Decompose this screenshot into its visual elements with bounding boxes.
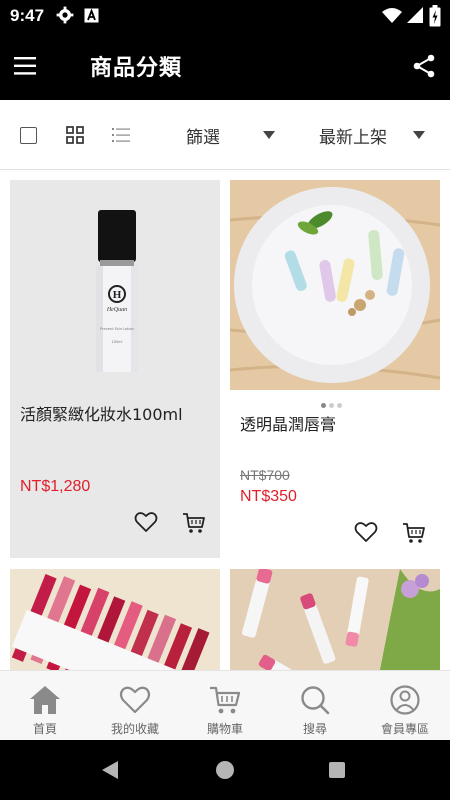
grid-view-icon[interactable] [66, 126, 84, 148]
sort-dropdown[interactable]: 最新上架 [319, 123, 387, 148]
share-icon [413, 54, 435, 78]
cart-icon [210, 686, 241, 714]
product-original-price: NT$700 [240, 467, 290, 483]
heart-icon [119, 686, 151, 714]
list-view-icon[interactable] [112, 127, 130, 147]
select-all-checkbox[interactable] [20, 127, 37, 144]
product-price: NT$1,280 [20, 478, 91, 495]
battery-icon [429, 5, 441, 31]
nav-cart-label: 購物車 [206, 722, 243, 736]
favorite-button[interactable] [134, 511, 160, 537]
heart-icon [354, 522, 378, 542]
back-icon[interactable] [101, 760, 119, 784]
gear-icon [56, 6, 74, 28]
nav-member-label: 會員專區 [380, 722, 429, 736]
product-card[interactable] [230, 569, 440, 670]
status-time: 9:47 [10, 6, 45, 25]
sort-caret-icon[interactable] [413, 131, 425, 139]
status-bar: 9:47 [0, 0, 450, 32]
share-button[interactable] [408, 50, 440, 82]
bottle-line: Prevent Skin Lotion [100, 327, 134, 331]
bottom-navigation: 首頁 我的收藏 購物車 搜尋 會員專區 [0, 670, 450, 740]
add-to-cart-button[interactable] [402, 521, 428, 547]
filter-dropdown[interactable]: 篩選 [186, 123, 220, 148]
heart-icon [134, 512, 158, 532]
product-name[interactable]: 透明晶潤唇膏 [240, 411, 336, 435]
cart-icon [183, 513, 205, 533]
home-circle-icon[interactable] [216, 761, 234, 779]
page-title: 商品分類 [90, 56, 183, 81]
bottle-brand: HeQuan [106, 307, 127, 313]
product-card[interactable]: H HeQuan Prevent Skin Lotion 100ml 活顏緊緻化… [10, 180, 220, 558]
nav-member[interactable]: 會員專區 [360, 671, 450, 741]
favorite-button[interactable] [354, 521, 380, 547]
search-icon [301, 686, 330, 715]
product-name[interactable]: 活顏緊緻化妝水100ml [20, 401, 183, 425]
app-bar: 商品分類 [0, 32, 450, 100]
cart-icon [403, 523, 425, 543]
image-carousel-dots[interactable] [321, 393, 345, 412]
nav-search[interactable]: 搜尋 [270, 671, 360, 741]
product-image [230, 180, 440, 390]
add-to-cart-button[interactable] [182, 511, 208, 537]
product-card[interactable] [10, 569, 220, 670]
svg-text:H: H [113, 289, 122, 301]
home-icon [30, 686, 60, 714]
product-image: H HeQuan Prevent Skin Lotion 100ml [96, 210, 138, 372]
nav-home[interactable]: 首頁 [0, 671, 90, 741]
nav-home-label: 首頁 [32, 722, 57, 736]
signal-icon [406, 6, 424, 28]
system-navigation-bar [0, 740, 450, 800]
hamburger-icon [14, 57, 36, 75]
product-price: NT$350 [240, 488, 297, 505]
list-toolbar: 篩選 最新上架 [0, 100, 450, 170]
filter-caret-icon[interactable] [263, 131, 275, 139]
user-icon [390, 685, 420, 715]
a-badge-icon [84, 8, 99, 27]
nav-favorites[interactable]: 我的收藏 [90, 671, 180, 741]
nav-favorites-label: 我的收藏 [110, 722, 159, 736]
nav-search-label: 搜尋 [302, 722, 327, 736]
menu-button[interactable] [14, 52, 56, 82]
wifi-icon [382, 7, 402, 27]
recent-apps-icon[interactable] [329, 762, 345, 778]
product-card[interactable]: 透明晶潤唇膏 NT$700 NT$350 [230, 180, 440, 558]
product-image [230, 569, 440, 670]
product-image [10, 569, 220, 670]
bottle-volume: 100ml [111, 340, 122, 344]
nav-cart[interactable]: 購物車 [180, 671, 270, 741]
